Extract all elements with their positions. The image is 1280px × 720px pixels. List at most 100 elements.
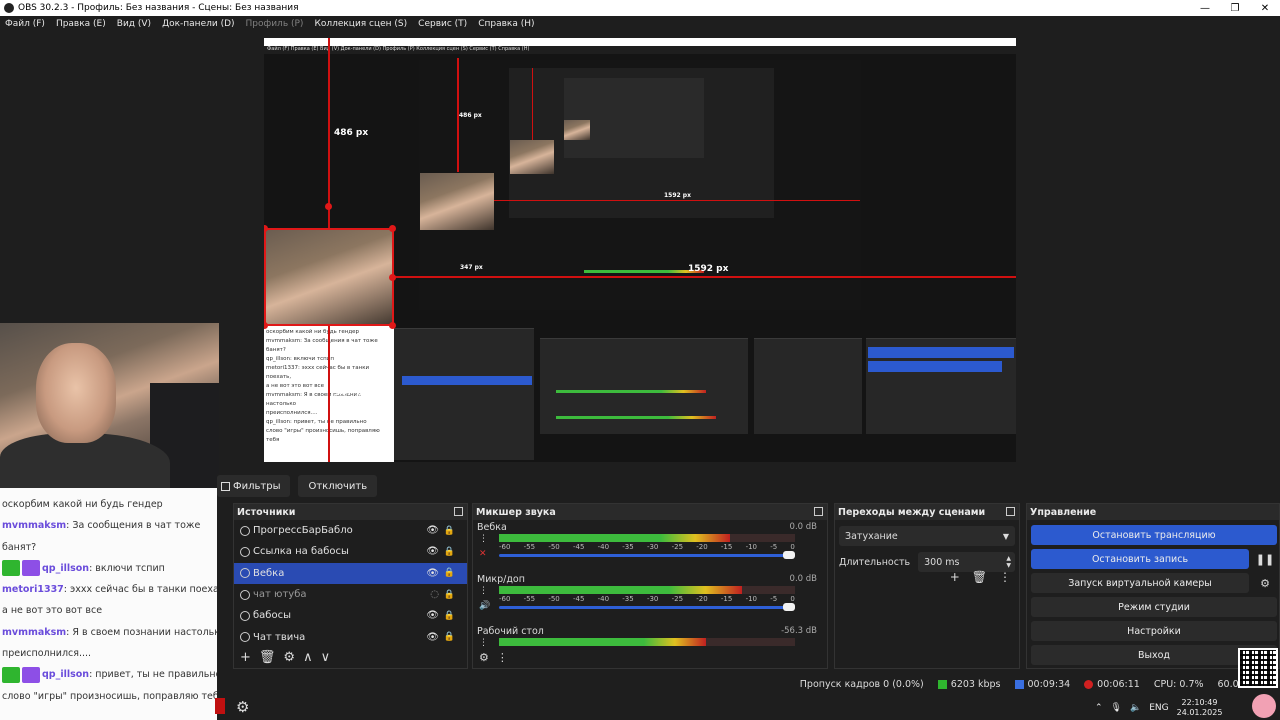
mute-icon[interactable]: ✕	[479, 549, 487, 559]
nested-stop-stream	[868, 347, 1014, 358]
scale-tick: -20	[696, 543, 708, 551]
selection-box[interactable]	[264, 228, 394, 326]
duration-input[interactable]: 300 ms ▲ ▼	[918, 552, 1015, 572]
lock-icon[interactable]: 🔒	[444, 632, 455, 642]
channel-name: Микр/доп	[477, 574, 525, 585]
measure-label-top: 486 px	[334, 128, 369, 138]
audio-settings-icon[interactable]: ⚙	[479, 651, 489, 664]
studio-mode-button[interactable]: Режим студии	[1031, 597, 1277, 617]
spin-icon[interactable]: ▲ ▼	[1006, 555, 1011, 569]
disable-button[interactable]: Отключить	[298, 475, 378, 497]
eye-icon[interactable]: 👁	[426, 525, 439, 536]
volume-icon[interactable]: 🔈	[1130, 703, 1141, 713]
lang-indicator[interactable]: ENG	[1149, 703, 1168, 713]
remove-source-icon[interactable]: 🗑	[259, 650, 276, 665]
handle-br[interactable]	[389, 322, 396, 329]
volume-slider[interactable]	[499, 603, 795, 611]
menu-file[interactable]: Файл (F)	[5, 19, 45, 29]
handle-right[interactable]	[389, 274, 396, 281]
channel-menu-icon[interactable]: ⋮	[479, 586, 488, 596]
bitrate-status: 6203 kbps	[937, 679, 1001, 690]
gear-icon[interactable]: ⚙	[236, 698, 249, 716]
close-button[interactable]: ✕	[1250, 3, 1280, 14]
mixer-channel: Вебка 0.0 dB ⋮ -60 -55 -50 -45 -40 -35 -30 -25-…	[473, 520, 827, 572]
scale-tick: -30	[646, 595, 659, 603]
clock[interactable]: 22:10:49 24.01.2025	[1177, 698, 1223, 718]
source-item[interactable]: ПрогрессБарБабло 👁 🔒	[234, 520, 467, 541]
start-virtual-camera-button[interactable]: Запуск виртуальной камеры	[1031, 573, 1249, 593]
microphone-icon[interactable]: 🎙	[1111, 703, 1122, 713]
source-type-icon	[240, 610, 250, 621]
chevron-up-icon[interactable]: ⌃	[1095, 703, 1103, 713]
handle-top[interactable]	[325, 203, 332, 210]
nested-preview-3	[564, 78, 704, 158]
menu-profile[interactable]: Профиль (P)	[246, 19, 304, 29]
source-item[interactable]: чат ютуба ◌ 🔒	[234, 584, 467, 605]
filters-button[interactable]: Фильтры	[217, 475, 291, 497]
eye-hidden-icon[interactable]: ◌	[430, 589, 439, 600]
eye-icon[interactable]: 👁	[426, 610, 439, 621]
preview-canvas[interactable]: Файл (F) Правка (E) Вид (V) Док-панели (…	[264, 38, 1016, 462]
badge-icon	[22, 560, 40, 577]
source-item[interactable]: Чат твича 👁 🔒	[234, 626, 467, 647]
lock-icon[interactable]: 🔒	[444, 590, 455, 600]
meter-fill	[499, 534, 730, 542]
menu-view[interactable]: Вид (V)	[117, 19, 151, 29]
chat-text: : привет, ты не правильно	[89, 669, 217, 681]
scale-tick: -55	[523, 595, 536, 603]
volume-slider[interactable]	[499, 551, 795, 559]
channel-db: 0.0 dB	[789, 522, 817, 532]
chat-username: metori1337	[2, 584, 64, 596]
move-down-icon[interactable]: ∨	[321, 650, 331, 665]
scale-tick: -25	[671, 543, 684, 551]
chevron-down-icon: ▼	[1002, 531, 1009, 541]
dock-header: Управление	[1027, 504, 1279, 520]
lock-icon[interactable]: 🔒	[444, 526, 455, 536]
meter-fill	[499, 586, 742, 594]
menu-tools[interactable]: Сервис (T)	[418, 19, 467, 29]
menu-bar: Файл (F) Правка (E) Вид (V) Док-панели (…	[0, 16, 1280, 32]
sources-dock: Источники ПрогрессБарБабло 👁 🔒 Ссылка на б…	[233, 503, 468, 669]
pause-icon[interactable]: ❚❚	[1255, 549, 1275, 569]
slider-knob[interactable]	[783, 551, 795, 559]
add-source-icon[interactable]: +	[240, 650, 251, 665]
scale-tick: -50	[548, 543, 560, 551]
lock-icon[interactable]: 🔒	[444, 568, 455, 578]
eye-icon[interactable]: 👁	[426, 568, 439, 579]
move-up-icon[interactable]: ∧	[303, 650, 313, 665]
lock-icon[interactable]: 🔒	[444, 547, 455, 557]
nested-stop-record	[868, 361, 1002, 372]
undock-icon[interactable]	[814, 507, 823, 516]
menu-docks[interactable]: Док-панели (D)	[162, 19, 234, 29]
undock-icon[interactable]	[1006, 507, 1015, 516]
menu-help[interactable]: Справка (H)	[478, 19, 534, 29]
remove-transition-icon[interactable]: 🗑	[972, 570, 987, 584]
stop-recording-button[interactable]: Остановить запись	[1031, 549, 1249, 569]
filter-icon	[221, 481, 230, 491]
gear-icon[interactable]: ⚙	[1255, 573, 1275, 593]
channel-db: 0.0 dB	[789, 574, 817, 584]
transition-select[interactable]: Затухание ▼	[839, 526, 1015, 546]
source-properties-icon[interactable]: ⚙	[283, 650, 295, 665]
channel-menu-icon[interactable]: ⋮	[479, 534, 488, 544]
source-item[interactable]: Вебка 👁 🔒	[234, 562, 467, 584]
menu-scene-collection[interactable]: Коллекция сцен (S)	[314, 19, 407, 29]
eye-icon[interactable]: 👁	[426, 632, 439, 643]
lock-icon[interactable]: 🔒	[444, 611, 455, 621]
measure-guide-inner-right	[494, 200, 860, 201]
handle-tr[interactable]	[389, 225, 396, 232]
undock-icon[interactable]	[454, 507, 463, 516]
eye-icon[interactable]: 👁	[426, 546, 439, 557]
settings-button[interactable]: Настройки	[1031, 621, 1277, 641]
source-item[interactable]: бабосы 👁 🔒	[234, 605, 467, 626]
minimize-button[interactable]: —	[1190, 3, 1220, 14]
menu-edit[interactable]: Правка (E)	[56, 19, 106, 29]
source-item[interactable]: Ссылка на бабосы 👁 🔒	[234, 541, 467, 562]
add-transition-icon[interactable]: +	[950, 570, 960, 584]
slider-knob[interactable]	[783, 603, 795, 611]
stop-streaming-button[interactable]: Остановить трансляцию	[1031, 525, 1277, 545]
transition-menu-icon[interactable]: ⋮	[999, 570, 1011, 584]
mixer-menu-icon[interactable]: ⋮	[497, 651, 508, 664]
speaker-icon[interactable]: 🔊	[479, 601, 490, 611]
restore-button[interactable]: ❐	[1220, 3, 1250, 14]
